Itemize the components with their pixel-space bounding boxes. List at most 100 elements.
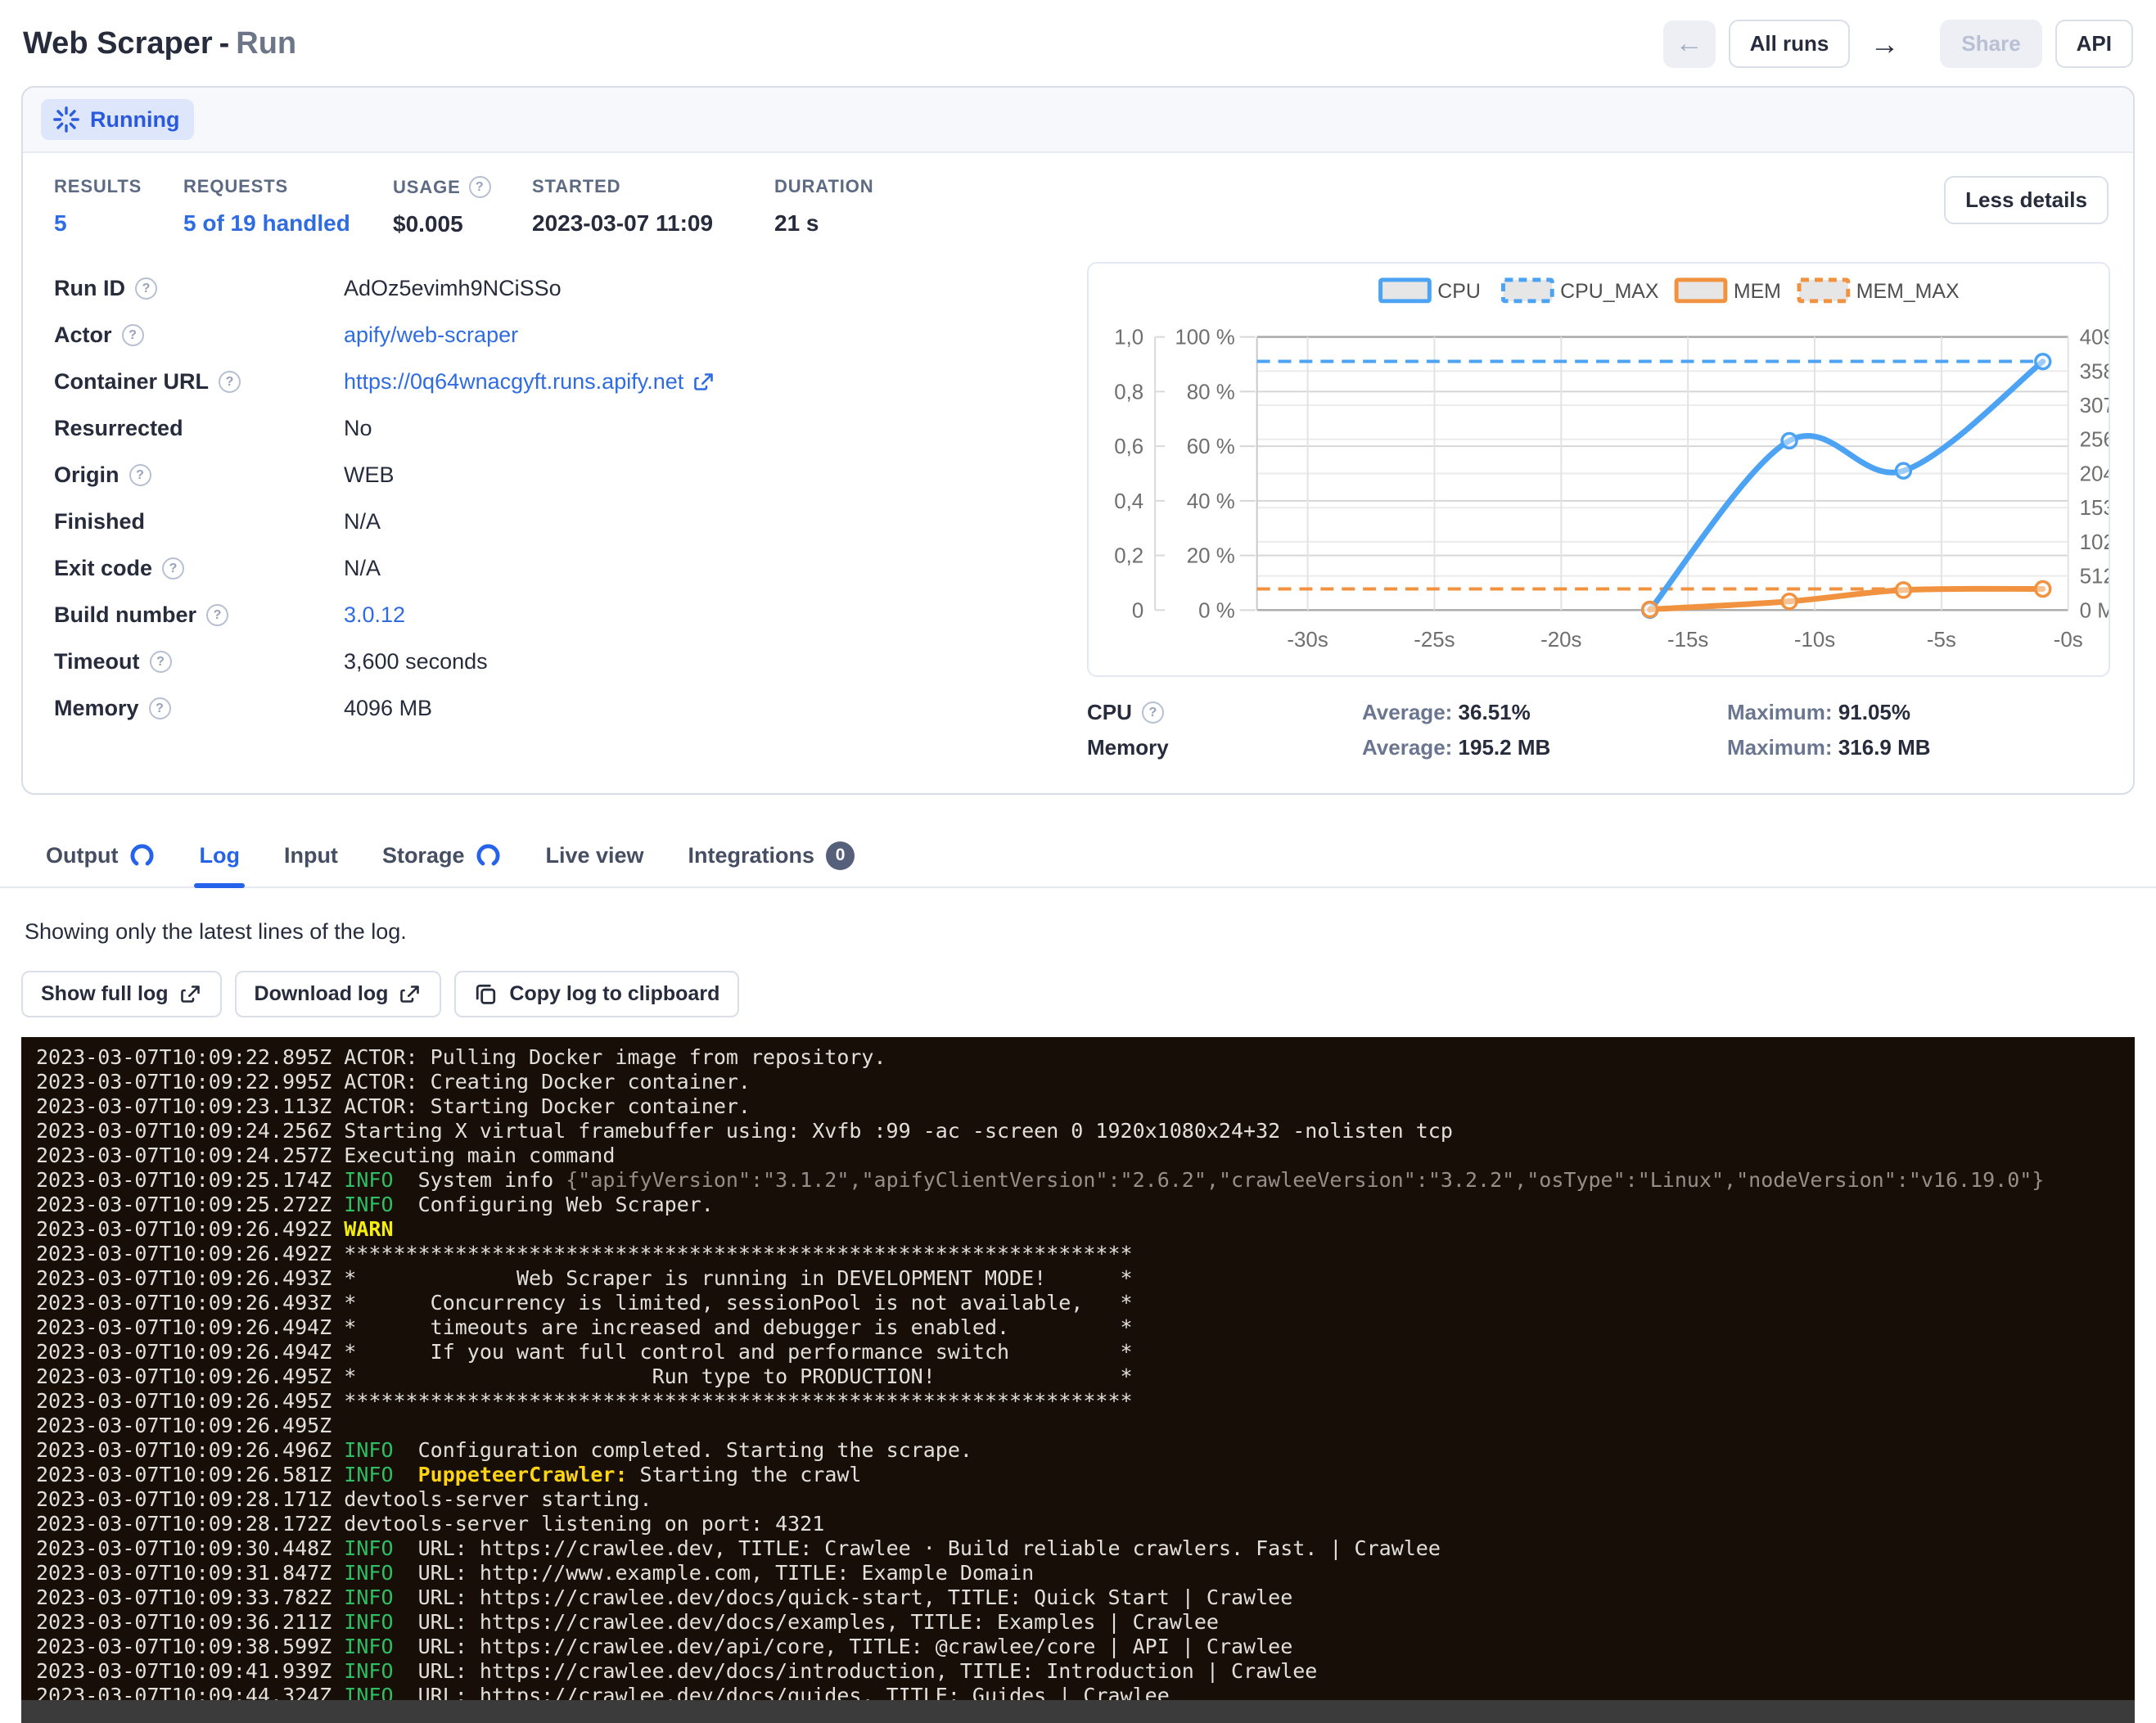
log-line: 2023-03-07T10:09:26.492Z WARN xyxy=(36,1217,2135,1242)
help-icon[interactable]: ? xyxy=(129,464,151,486)
detail-row-resurrected: ResurrectedNo xyxy=(54,405,1087,452)
container-url-link[interactable]: https://0q64wnacgyft.runs.apify.net xyxy=(344,369,683,395)
log-line: 2023-03-07T10:09:26.493Z * Concurrency i… xyxy=(36,1291,2135,1315)
page-title-separator: - xyxy=(219,26,230,61)
build-number-link[interactable]: 3.0.12 xyxy=(344,602,405,628)
svg-text:3584 MB: 3584 MB xyxy=(2080,360,2109,383)
svg-text:0,4: 0,4 xyxy=(1114,490,1143,513)
help-icon[interactable]: ? xyxy=(122,324,144,346)
run-details: Run ID?AdOz5evimh9NCiSSoActor?apify/web-… xyxy=(23,241,2133,793)
svg-text:1536 MB: 1536 MB xyxy=(2080,497,2109,520)
svg-text:512 MB: 512 MB xyxy=(2080,566,2109,589)
svg-text:MEM_MAX: MEM_MAX xyxy=(1856,280,1960,303)
svg-text:1,0: 1,0 xyxy=(1114,327,1143,350)
log-line: 2023-03-07T10:09:22.895Z ACTOR: Pulling … xyxy=(36,1045,2135,1070)
log-line: 2023-03-07T10:09:30.448Z INFO URL: https… xyxy=(36,1536,2135,1561)
help-icon[interactable]: ? xyxy=(219,371,241,393)
svg-text:MEM: MEM xyxy=(1734,280,1781,303)
help-icon[interactable]: ? xyxy=(206,604,228,626)
stat-requests-label: REQUESTS xyxy=(183,176,393,197)
help-icon[interactable]: ? xyxy=(1142,701,1164,724)
all-runs-button[interactable]: All runs xyxy=(1729,20,1851,68)
log-scrollbar[interactable] xyxy=(21,1700,2135,1723)
stat-results-value[interactable]: 5 xyxy=(54,210,183,237)
stat-started: STARTED 2023-03-07 11:09 xyxy=(532,176,774,237)
log-line: 2023-03-07T10:09:26.494Z * timeouts are … xyxy=(36,1315,2135,1340)
tab-log[interactable]: Log xyxy=(199,824,239,886)
stat-started-label: STARTED xyxy=(532,176,774,197)
page-title-main: Web Scraper xyxy=(23,26,213,61)
stat-results-label: RESULTS xyxy=(54,176,183,197)
stat-started-value: 2023-03-07 11:09 xyxy=(532,210,774,237)
tab-integrations[interactable]: Integrations0 xyxy=(688,824,855,886)
svg-text:-30s: -30s xyxy=(1287,629,1328,652)
detail-value: AdOz5evimh9NCiSSo xyxy=(344,276,562,301)
previous-run-button[interactable]: ← xyxy=(1663,20,1716,68)
log-line: 2023-03-07T10:09:24.257Z Executing main … xyxy=(36,1143,2135,1168)
log-line: 2023-03-07T10:09:28.172Z devtools-server… xyxy=(36,1512,2135,1536)
status-label: Running xyxy=(90,107,179,133)
status-badge: Running xyxy=(41,99,194,140)
detail-value: N/A xyxy=(344,556,381,581)
detail-value: 4096 MB xyxy=(344,696,432,721)
tab-output[interactable]: Output xyxy=(46,824,155,886)
detail-row-exit-code: Exit code?N/A xyxy=(54,545,1087,592)
svg-text:CPU_MAX: CPU_MAX xyxy=(1560,280,1659,303)
page-title-sub: Run xyxy=(236,26,296,61)
svg-text:80 %: 80 % xyxy=(1187,381,1235,404)
tab-live-view[interactable]: Live view xyxy=(545,824,643,886)
cpu-summary-row: CPU ? Average: 36.51% Maximum: 91.05% xyxy=(1087,700,2110,725)
help-icon[interactable]: ? xyxy=(149,697,171,719)
detail-value: apify/web-scraper xyxy=(344,322,518,348)
log-line: 2023-03-07T10:09:23.113Z ACTOR: Starting… xyxy=(36,1094,2135,1119)
chart-column: 1,0100 %0,880 %0,660 %0,440 %0,220 %00 %… xyxy=(1087,262,2110,760)
copy-log-button[interactable]: Copy log to clipboard xyxy=(454,971,739,1017)
detail-label: Timeout? xyxy=(54,649,344,674)
log-line: 2023-03-07T10:09:33.782Z INFO URL: https… xyxy=(36,1585,2135,1610)
detail-value: WEB xyxy=(344,462,395,488)
api-button[interactable]: API xyxy=(2055,20,2133,68)
topbar-actions: ← All runs → Share API xyxy=(1663,20,2133,68)
tab-input[interactable]: Input xyxy=(284,824,338,886)
memory-summary-row: Memory Average: 195.2 MB Maximum: 316.9 … xyxy=(1087,735,2110,760)
topbar: Web Scraper-Run ← All runs → Share API xyxy=(0,0,2156,86)
detail-row-container-url: Container URL?https://0q64wnacgyft.runs.… xyxy=(54,359,1087,405)
detail-value: 3,600 seconds xyxy=(344,649,488,674)
log-actions: Show full log Download log Copy log to c… xyxy=(21,971,2156,1017)
spinner-icon xyxy=(52,106,80,133)
log-line: 2023-03-07T10:09:26.581Z INFO PuppeteerC… xyxy=(36,1463,2135,1487)
log-line: 2023-03-07T10:09:25.174Z INFO System inf… xyxy=(36,1168,2135,1193)
svg-text:2560 MB: 2560 MB xyxy=(2080,429,2109,452)
help-icon[interactable]: ? xyxy=(162,557,184,580)
svg-text:60 %: 60 % xyxy=(1187,435,1235,458)
log-line: 2023-03-07T10:09:25.272Z INFO Configurin… xyxy=(36,1193,2135,1217)
show-full-log-button[interactable]: Show full log xyxy=(21,971,222,1017)
help-icon[interactable]: ? xyxy=(469,176,491,198)
actor-link[interactable]: apify/web-scraper xyxy=(344,322,518,348)
detail-label: Finished xyxy=(54,509,344,534)
svg-text:1024 MB: 1024 MB xyxy=(2080,531,2109,554)
cpu-summary-label: CPU ? xyxy=(1087,700,1362,725)
arrow-left-icon: ← xyxy=(1676,28,1703,60)
detail-label: Resurrected xyxy=(54,416,344,441)
svg-text:0,2: 0,2 xyxy=(1114,545,1143,568)
stat-requests-value[interactable]: 5 of 19 handled xyxy=(183,210,393,237)
detail-value: 3.0.12 xyxy=(344,602,405,628)
detail-row-finished: FinishedN/A xyxy=(54,498,1087,545)
tab-storage[interactable]: Storage xyxy=(382,824,502,886)
status-row: Running xyxy=(23,88,2133,153)
help-icon[interactable]: ? xyxy=(150,651,172,673)
tabs: Output Log Input Storage Live view Integratio… xyxy=(0,824,2156,888)
next-run-button[interactable]: → xyxy=(1863,20,1906,68)
share-button[interactable]: Share xyxy=(1940,20,2041,68)
detail-label: Container URL? xyxy=(54,369,344,395)
less-details-button[interactable]: Less details xyxy=(1944,176,2109,224)
svg-text:-5s: -5s xyxy=(1927,629,1956,652)
detail-label: Memory? xyxy=(54,696,344,721)
log-line: 2023-03-07T10:09:26.495Z * Run type to P… xyxy=(36,1364,2135,1389)
log-line: 2023-03-07T10:09:22.995Z ACTOR: Creating… xyxy=(36,1070,2135,1094)
download-log-button[interactable]: Download log xyxy=(235,971,442,1017)
metrics-chart-svg: 1,0100 %0,880 %0,660 %0,440 %0,220 %00 %… xyxy=(1089,264,2109,675)
help-icon[interactable]: ? xyxy=(135,277,157,300)
log-line: 2023-03-07T10:09:26.495Z xyxy=(36,1414,2135,1438)
